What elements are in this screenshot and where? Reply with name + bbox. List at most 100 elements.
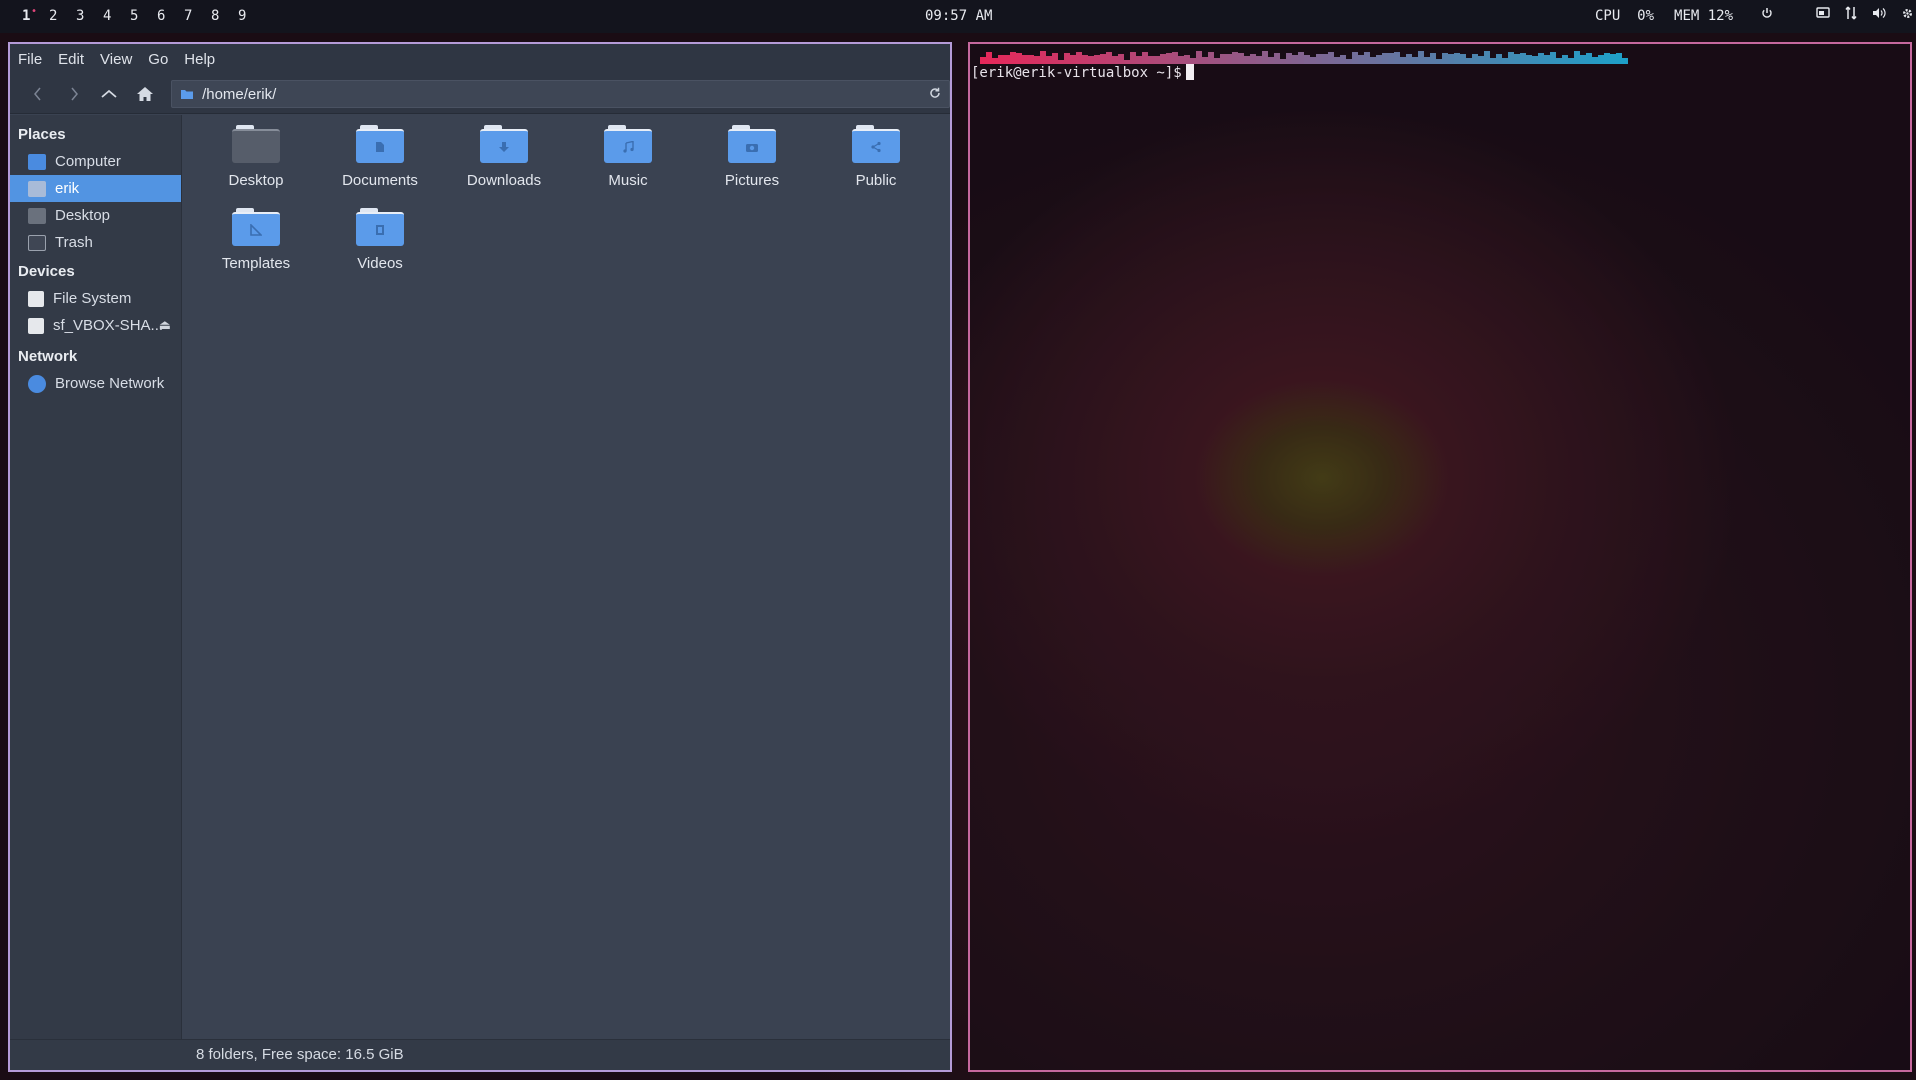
sidebar: Places Computer erik Desktop Trash Devic…	[10, 115, 182, 1039]
sidebar-item-label: Browse Network	[55, 375, 165, 392]
file-view: Desktop Documents Downloads Music Pictur…	[183, 115, 950, 1039]
sidebar-item-label: Trash	[55, 234, 93, 251]
folder-grid: Desktop Documents Downloads Music Pictur…	[194, 125, 938, 275]
workspace-8[interactable]: 8	[211, 8, 238, 24]
location-bar[interactable]: /home/erik/	[171, 80, 950, 108]
workspace-switcher: 1 • 2 3 4 5 6 7 8 9	[22, 6, 265, 24]
sidebar-item-label: Computer	[55, 153, 121, 170]
folder-pictures[interactable]: Pictures	[690, 125, 814, 192]
folder-label: Desktop	[228, 172, 284, 189]
terminal-prompt[interactable]: [erik@erik-virtualbox ~]$	[971, 64, 1194, 81]
home-icon	[137, 87, 154, 101]
cpu-activity-graph	[980, 48, 1628, 64]
prompt-text: [erik@erik-virtualbox ~]$	[971, 65, 1182, 81]
eject-icon[interactable]: ⏏	[159, 317, 171, 333]
sidebar-section-devices: Devices	[18, 263, 75, 280]
sidebar-item-browse-network[interactable]: Browse Network	[10, 370, 181, 397]
chevron-right-icon	[71, 87, 78, 101]
desktop-folder-icon	[28, 207, 46, 224]
menu-bar: File Edit View Go Help	[10, 44, 950, 75]
videos-folder-icon	[356, 208, 404, 246]
folder-videos[interactable]: Videos	[318, 208, 442, 275]
desktop-folder-icon	[232, 125, 280, 163]
public-folder-icon	[852, 125, 900, 163]
home-folder-icon	[28, 180, 46, 197]
menu-go[interactable]: Go	[148, 51, 168, 68]
home-button[interactable]	[127, 80, 163, 108]
computer-icon	[28, 153, 46, 170]
cpu-indicator: CPU 0%	[1595, 8, 1654, 24]
drive-icon	[28, 317, 44, 334]
trash-icon	[28, 234, 46, 251]
folder-label: Downloads	[466, 172, 542, 189]
sidebar-section-places: Places	[18, 126, 66, 143]
clock[interactable]: 09:57 AM	[925, 8, 992, 24]
workspace-2[interactable]: 2	[49, 8, 76, 24]
active-workspace-marker: •	[31, 6, 38, 17]
menu-help[interactable]: Help	[184, 51, 215, 68]
activity-bar	[1622, 58, 1628, 64]
folder-downloads[interactable]: Downloads	[442, 125, 566, 192]
mem-indicator: MEM 12%	[1674, 8, 1733, 24]
volume-icon[interactable]	[1872, 6, 1886, 20]
workspace-5[interactable]: 5	[130, 8, 157, 24]
drive-icon	[28, 290, 44, 307]
workspace-1[interactable]: 1 •	[22, 6, 49, 24]
music-folder-icon	[604, 125, 652, 163]
up-button[interactable]	[92, 80, 128, 108]
sidebar-item-label: Desktop	[55, 207, 111, 224]
sidebar-item-trash[interactable]: Trash	[10, 229, 181, 256]
system-monitor: CPU 0% MEM 12%	[1595, 8, 1733, 24]
sidebar-item-erik[interactable]: erik	[10, 175, 181, 202]
terminal-cursor	[1185, 64, 1194, 80]
folder-desktop[interactable]: Desktop	[194, 125, 318, 192]
back-button[interactable]	[20, 80, 56, 108]
workspace-4[interactable]: 4	[103, 8, 130, 24]
location-path[interactable]: /home/erik/	[202, 86, 276, 103]
menu-file[interactable]: File	[18, 51, 42, 68]
top-panel: 1 • 2 3 4 5 6 7 8 9 09:57 AM CPU 0% MEM 1…	[0, 0, 1916, 33]
documents-folder-icon	[356, 125, 404, 163]
folder-templates[interactable]: Templates	[194, 208, 318, 275]
network-globe-icon	[28, 374, 46, 393]
forward-button[interactable]	[56, 80, 92, 108]
status-bar: 8 folders, Free space: 16.5 GiB	[10, 1039, 950, 1070]
mem-value: 12%	[1707, 8, 1734, 24]
folder-music[interactable]: Music	[566, 125, 690, 192]
folder-label: Documents	[342, 172, 418, 189]
toolbar: /home/erik/	[10, 75, 950, 114]
sidebar-item-computer[interactable]: Computer	[10, 148, 181, 175]
chevron-left-icon	[33, 87, 41, 101]
workspace-3[interactable]: 3	[76, 8, 103, 24]
workspace-9[interactable]: 9	[238, 8, 265, 24]
menu-edit[interactable]: Edit	[58, 51, 84, 68]
workspace-6[interactable]: 6	[157, 8, 184, 24]
sidebar-item-vbox-share[interactable]: sf_VBOX-SHA... ⏏	[10, 312, 181, 339]
terminal-window[interactable]: [erik@erik-virtualbox ~]$	[968, 42, 1912, 1072]
status-text: 8 folders, Free space: 16.5 GiB	[196, 1046, 404, 1063]
system-tray	[1760, 6, 1914, 20]
pictures-folder-icon	[728, 125, 776, 163]
cpu-label: CPU	[1595, 8, 1621, 24]
reload-icon[interactable]	[929, 86, 941, 102]
templates-folder-icon	[232, 208, 280, 246]
chevron-up-icon	[101, 89, 117, 98]
downloads-folder-icon	[480, 125, 528, 163]
mem-label: MEM	[1674, 8, 1700, 24]
folder-label: Pictures	[724, 172, 780, 189]
folder-documents[interactable]: Documents	[318, 125, 442, 192]
sidebar-item-file-system[interactable]: File System	[10, 285, 181, 312]
settings-icon[interactable]	[1900, 6, 1914, 20]
sidebar-item-desktop[interactable]: Desktop	[10, 202, 181, 229]
folder-public[interactable]: Public	[814, 125, 938, 192]
display-icon[interactable]	[1816, 6, 1830, 20]
sidebar-item-label: File System	[53, 290, 132, 307]
workspace-7[interactable]: 7	[184, 8, 211, 24]
folder-label: Videos	[357, 255, 403, 272]
folder-label: Templates	[221, 255, 291, 272]
power-icon[interactable]	[1760, 6, 1774, 20]
sidebar-item-label: sf_VBOX-SHA...	[53, 317, 164, 334]
folder-label: Public	[855, 172, 897, 189]
menu-view[interactable]: View	[100, 51, 132, 68]
network-icon[interactable]	[1844, 6, 1858, 20]
